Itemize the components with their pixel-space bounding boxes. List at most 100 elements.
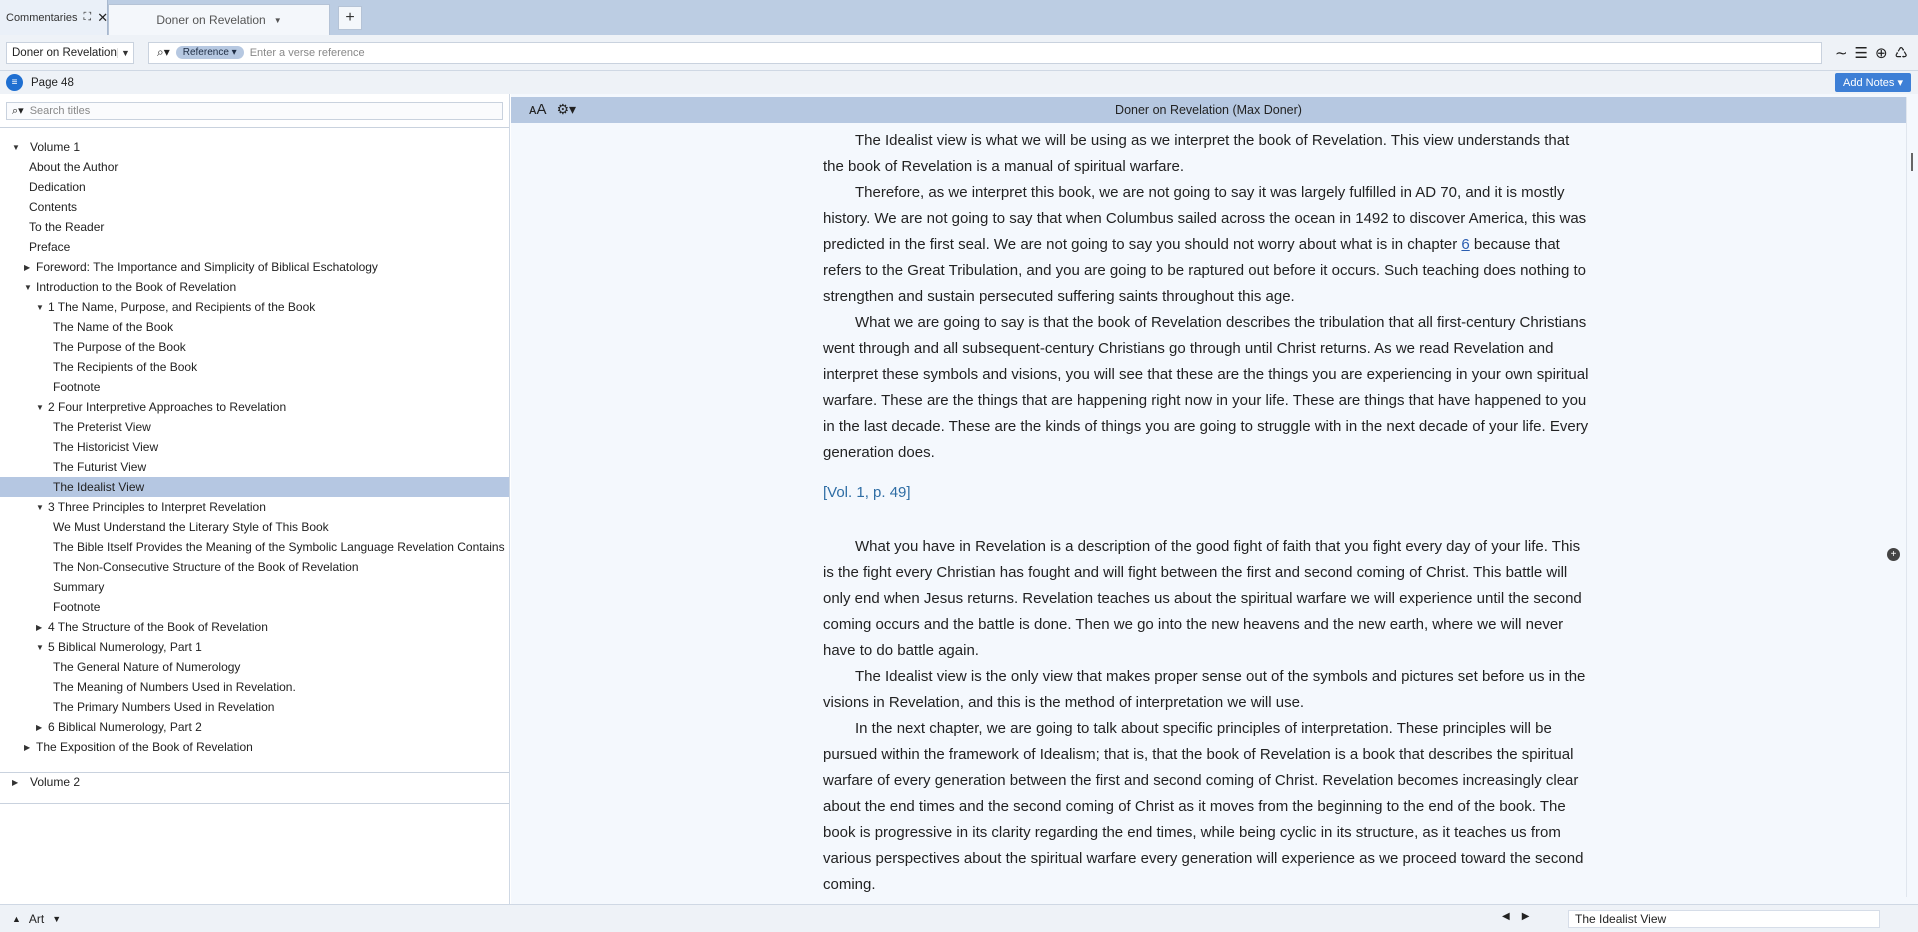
chapter-link[interactable]: 6 (1461, 236, 1469, 253)
toc-item[interactable]: The Recipients of the Book (0, 357, 509, 377)
reference-type-pill[interactable]: Reference ▾ (175, 46, 244, 59)
article-body: The Idealist view is what we will be usi… (823, 128, 1593, 898)
toc-label: 5 Biblical Numerology, Part 1 (48, 640, 202, 654)
toc-label: Volume 1 (30, 140, 81, 154)
toc-item[interactable]: Footnote (0, 377, 509, 397)
collapse-icon[interactable]: ▼ (36, 503, 48, 512)
toc-label: The Bible Itself Provides the Meaning of… (53, 540, 505, 554)
toc-item[interactable]: Preface (0, 237, 509, 257)
recycle-icon[interactable]: ♺ (1895, 44, 1908, 62)
paragraph: The Idealist view is the only view that … (823, 668, 1586, 711)
toc-label: Footnote (53, 600, 101, 614)
close-icon[interactable]: ✕ (97, 10, 108, 26)
expand-icon[interactable]: ▶ (24, 263, 36, 272)
toc-item[interactable]: The General Nature of Numerology (0, 657, 509, 677)
scrollbar[interactable] (1906, 97, 1918, 897)
list-icon[interactable]: ☰ (1855, 44, 1868, 62)
paragraph: Therefore, as we interpret this book, we… (823, 180, 1593, 310)
collapse-icon[interactable]: ▼ (36, 403, 48, 412)
plus-circle-icon[interactable]: ⊕ (1875, 44, 1888, 62)
toc-item[interactable]: Contents (0, 197, 509, 217)
toc-item[interactable]: ▼ 5 Biblical Numerology, Part 1 (0, 637, 509, 657)
add-tab-button[interactable]: + (338, 5, 362, 30)
collapse-icon[interactable]: ▼ (36, 643, 48, 652)
expand-icon[interactable]: ▶ (12, 778, 24, 787)
expand-icon[interactable]: ▶ (24, 743, 36, 752)
toc-panel: ⌕▾ Search titles ▼ Volume 1 About the Aut… (0, 94, 510, 904)
expand-icon[interactable]: ▶ (36, 723, 48, 732)
tab-commentaries[interactable]: Commentaries ⛶ ✕ (0, 0, 108, 35)
toc-item[interactable]: ▼ 1 The Name, Purpose, and Recipients of … (0, 297, 509, 317)
toc-label: The Futurist View (53, 460, 147, 474)
prev-icon[interactable]: ◀ (1502, 911, 1510, 922)
toc-label: 3 Three Principles to Interpret Revelati… (48, 500, 266, 514)
toc-label: The Idealist View (53, 480, 145, 494)
toc-item-selected[interactable]: The Idealist View (0, 477, 509, 497)
location-field[interactable]: The Idealist View (1568, 910, 1880, 928)
toc-item[interactable]: ▶ 6 Biblical Numerology, Part 2 (0, 717, 509, 737)
toc-label: 4 The Structure of the Book of Revelatio… (48, 620, 268, 634)
toc-item[interactable]: ▶ Foreword: The Importance and Simplicity… (0, 257, 509, 277)
panel-selector[interactable]: ▲ Art ▼ (0, 912, 61, 926)
chevron-down-icon[interactable]: ▼ (52, 914, 61, 924)
toc-label: Foreword: The Importance and Simplicity … (36, 260, 378, 274)
toc-item[interactable]: ▼ 3 Three Principles to Interpret Revelat… (0, 497, 509, 517)
toc-label: Summary (53, 580, 105, 594)
toc-item[interactable]: The Meaning of Numbers Used in Revelatio… (0, 677, 509, 697)
add-note-icon[interactable]: + (1887, 548, 1900, 561)
contents-icon[interactable]: ≡ (6, 74, 23, 91)
toc-volume-2[interactable]: ▶ Volume 2 (0, 772, 509, 792)
scroll-thumb[interactable] (1911, 153, 1913, 171)
collapse-icon[interactable]: ▼ (36, 303, 48, 312)
toc-item[interactable]: Footnote (0, 597, 509, 617)
toc-item[interactable]: The Historicist View (0, 437, 509, 457)
expand-icon[interactable]: ⛶ (84, 11, 92, 24)
expand-icon[interactable]: ▶ (36, 623, 48, 632)
toc-label: The Primary Numbers Used in Revelation (53, 700, 275, 714)
chevron-down-icon[interactable]: ▼ (116, 47, 133, 58)
toc-item[interactable]: ▼ Introduction to the Book of Revelation (0, 277, 509, 297)
gear-icon[interactable]: ⚙▾ (556, 101, 576, 118)
collapse-icon[interactable]: ▼ (24, 283, 36, 292)
toc-item[interactable]: Summary (0, 577, 509, 597)
wave-icon[interactable]: ∼ (1835, 44, 1848, 62)
chevron-down-icon[interactable]: ▼ (274, 16, 282, 25)
tab-commentaries-label: Commentaries (6, 11, 78, 24)
toc-label: Volume 2 (30, 775, 81, 789)
paragraph: What we are going to say is that the boo… (823, 314, 1589, 461)
reference-input[interactable]: ⌕▾ Reference ▾ Enter a verse reference (148, 41, 1822, 64)
search-titles-input[interactable]: ⌕▾ Search titles (6, 102, 503, 120)
toc-label: The Purpose of the Book (53, 340, 186, 354)
toc-item[interactable]: ▼ 2 Four Interpretive Approaches to Revel… (0, 397, 509, 417)
toc-item[interactable]: Dedication (0, 177, 509, 197)
toc-item[interactable]: We Must Understand the Literary Style of… (0, 517, 509, 537)
toc-item[interactable]: The Futurist View (0, 457, 509, 477)
toc-volume-1[interactable]: ▼ Volume 1 (0, 137, 509, 157)
collapse-icon[interactable]: ▼ (12, 143, 24, 152)
next-icon[interactable]: ▶ (1522, 911, 1530, 922)
toc-item[interactable]: To the Reader (0, 217, 509, 237)
search-icon[interactable]: ⌕▾ (157, 45, 170, 60)
toc-item[interactable]: The Purpose of the Book (0, 337, 509, 357)
add-notes-button[interactable]: Add Notes ▾ (1835, 73, 1911, 92)
toc-item[interactable]: ▶ The Exposition of the Book of Revelatio… (0, 737, 509, 757)
toc-item[interactable]: The Bible Itself Provides the Meaning of… (0, 537, 509, 557)
resource-select[interactable]: Doner on Revelation ▼ (6, 41, 134, 64)
toc-label: About the Author (29, 160, 119, 174)
tab-strip: Commentaries ⛶ ✕ Doner on Revelation ▼ + (0, 0, 1918, 35)
toc-item[interactable]: The Primary Numbers Used in Revelation (0, 697, 509, 717)
toc-item[interactable]: About the Author (0, 157, 509, 177)
toc-label: To the Reader (29, 220, 105, 234)
toc-item[interactable]: The Name of the Book (0, 317, 509, 337)
tab-doner-on-revelation[interactable]: Doner on Revelation ▼ (108, 4, 330, 35)
toc-item[interactable]: ▶ 4 The Structure of the Book of Revelati… (0, 617, 509, 637)
panel-label: Art (28, 911, 45, 926)
toc-item[interactable]: The Non-Consecutive Structure of the Boo… (0, 557, 509, 577)
page-reference: [Vol. 1, p. 49] (823, 484, 911, 501)
reference-pill-label: Reference (182, 47, 229, 58)
font-size-icon[interactable]: ᴀA (529, 101, 546, 118)
toc-label: The Preterist View (53, 420, 151, 434)
chevron-up-icon[interactable]: ▲ (12, 914, 21, 924)
toc-item[interactable]: The Preterist View (0, 417, 509, 437)
tab-doc-label: Doner on Revelation (156, 13, 266, 27)
